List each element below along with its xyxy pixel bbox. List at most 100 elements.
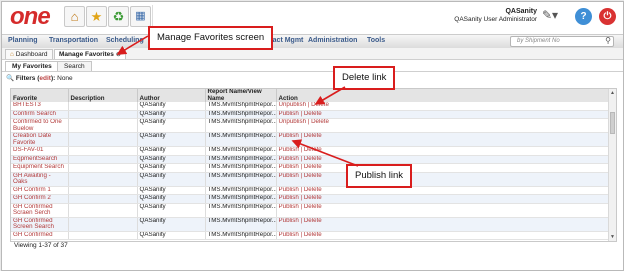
col-description[interactable]: Description: [68, 89, 138, 102]
table-row[interactable]: GH Awaiting - Oaks QASanity TMS.MvmtShpmtR…: [11, 172, 609, 187]
table-body: BHTEST3 QASanity TMS.MvmtShpmtRepor... Unpu…: [11, 102, 609, 240]
table-row[interactable]: GH Confirm 2 QASanity TMS.MvmtShpmtRepor..…: [11, 194, 609, 204]
recycle-icon[interactable]: ♻: [108, 6, 129, 27]
description-cell: [68, 110, 138, 119]
favorite-link[interactable]: BHTEST3: [11, 102, 69, 111]
report-name-cell: TMS.MvmtShpmtRepor...: [205, 203, 277, 218]
table-row[interactable]: GH Confirmed Screen Search QASanity TMS.Mv…: [11, 217, 609, 232]
menu-transportation[interactable]: Transportation: [49, 37, 98, 44]
favorite-link[interactable]: Confirm Search: [11, 110, 69, 119]
close-icon[interactable]: ⊗: [116, 52, 121, 58]
action-links[interactable]: Unpublish | Delete: [276, 118, 609, 133]
report-name-cell: TMS.MvmtShpmtRepor...: [205, 163, 277, 173]
menu-administration[interactable]: Administration: [308, 37, 357, 44]
author-cell: QASanity: [137, 118, 206, 133]
search-input[interactable]: by Shipment No: [517, 38, 560, 44]
action-links[interactable]: Publish | Delete: [276, 203, 609, 218]
author-cell: QASanity: [137, 203, 206, 218]
col-action[interactable]: Action: [276, 89, 609, 102]
favorite-link[interactable]: GH Confirmed Screen Search: [11, 217, 69, 232]
report-name-cell: TMS.MvmtShpmtRepor...: [205, 102, 277, 111]
favorite-link[interactable]: Equipment Search: [11, 163, 69, 173]
vertical-scrollbar[interactable]: ▲ ▼: [608, 89, 616, 241]
tab-strip: ⌂ Dashboard Manage Favorites ⊗: [2, 48, 623, 60]
table-row[interactable]: Confirmed to One Buelow QASanity TMS.MvmtS…: [11, 118, 609, 133]
action-links[interactable]: Publish | Delete: [276, 132, 609, 147]
description-cell: [68, 132, 138, 147]
table-row[interactable]: EqpmentSearch QASanity TMS.MvmtShpmtRepor.…: [11, 155, 609, 164]
description-cell: [68, 217, 138, 232]
user-info: QASanity QASanity User Administrator: [454, 8, 537, 24]
scroll-up-icon[interactable]: ▲: [609, 90, 616, 96]
author-cell: QASanity: [137, 132, 206, 147]
table-row[interactable]: Creation Date Favorite QASanity TMS.MvmtSh…: [11, 132, 609, 147]
pager-status: Viewing 1-37 of 37: [14, 242, 68, 249]
favorite-link[interactable]: DS-FAV-01: [11, 146, 69, 156]
action-links[interactable]: Publish | Delete: [276, 186, 609, 195]
top-bar: one ⌂ ★ ♻ ▦ QASanity QASanity User Admin…: [2, 2, 623, 32]
action-links[interactable]: Publish | Delete: [276, 194, 609, 204]
menu-planning[interactable]: Planning: [8, 37, 38, 44]
menu-scheduling[interactable]: Scheduling: [106, 37, 144, 44]
col-favorite[interactable]: Favorite: [11, 89, 69, 102]
scroll-down-icon[interactable]: ▼: [609, 234, 616, 240]
favorite-link[interactable]: Creation Date Favorite: [11, 132, 69, 147]
action-links[interactable]: Publish | Delete: [276, 217, 609, 232]
filter-icon: 🔍: [6, 75, 15, 82]
favorite-link[interactable]: GH Confirmed Scraen Serch: [11, 203, 69, 218]
menu-bar: Planning Transportation Scheduling Contr…: [2, 34, 623, 49]
table-row[interactable]: GH Confirmed QASanity TMS.MvmtShpmtRepor..…: [11, 231, 609, 240]
scroll-thumb[interactable]: [610, 112, 615, 134]
tools-icon[interactable]: ✎▾: [542, 8, 558, 22]
menu-tools[interactable]: Tools: [367, 37, 385, 44]
action-links[interactable]: Publish | Delete: [276, 146, 609, 156]
favorite-link[interactable]: GH Confirmed: [11, 231, 69, 240]
app-logo: one: [10, 3, 51, 30]
action-links[interactable]: Publish | Delete: [276, 110, 609, 119]
filters-bar: 🔍 Filters (edit): None: [6, 75, 73, 82]
table-row[interactable]: Equipment Search QASanity TMS.MvmtShpmtRep…: [11, 163, 609, 173]
subtab-my-favorites[interactable]: My Favorites: [5, 61, 59, 71]
home-icon[interactable]: ⌂: [64, 6, 85, 27]
favorite-link[interactable]: Confirmed to One Buelow: [11, 118, 69, 133]
action-links[interactable]: Publish | Delete: [276, 155, 609, 164]
description-cell: [68, 163, 138, 173]
table-row[interactable]: BHTEST3 QASanity TMS.MvmtShpmtRepor... Unpu…: [11, 102, 609, 111]
author-cell: QASanity: [137, 110, 206, 119]
filters-edit-link[interactable]: edit: [39, 75, 51, 82]
star-icon[interactable]: ★: [86, 6, 107, 27]
report-name-cell: TMS.MvmtShpmtRepor...: [205, 155, 277, 164]
presentation-icon[interactable]: ▦: [130, 6, 151, 27]
author-cell: QASanity: [137, 146, 206, 156]
table-row[interactable]: GH Confirmed Scraen Serch QASanity TMS.Mvm…: [11, 203, 609, 218]
favorites-table: Favorite Description Author Report Name/…: [11, 89, 609, 240]
favorite-link[interactable]: GH Awaiting - Oaks: [11, 172, 69, 187]
action-links[interactable]: Publish | Delete: [276, 163, 609, 173]
description-cell: [68, 118, 138, 133]
favorite-link[interactable]: GH Confirm 1: [11, 186, 69, 195]
author-cell: QASanity: [137, 231, 206, 240]
report-name-cell: TMS.MvmtShpmtRepor...: [205, 146, 277, 156]
action-links[interactable]: Unpublish | Delete: [276, 102, 609, 111]
user-name: QASanity: [505, 8, 537, 15]
col-report-name[interactable]: Report Name/View Name: [205, 89, 277, 102]
help-icon[interactable]: ?: [575, 8, 592, 25]
table-row[interactable]: DS-FAV-01 QASanity TMS.MvmtShpmtRepor... Pu…: [11, 146, 609, 156]
tab-manage-favorites[interactable]: Manage Favorites ⊗: [54, 49, 126, 59]
favorite-link[interactable]: GH Confirm 2: [11, 194, 69, 204]
power-icon[interactable]: ⏻: [599, 8, 616, 25]
description-cell: [68, 231, 138, 240]
report-name-cell: TMS.MvmtShpmtRepor...: [205, 231, 277, 240]
table-row[interactable]: Confirm Search QASanity TMS.MvmtShpmtRepor…: [11, 110, 609, 119]
action-links[interactable]: Publish | Delete: [276, 231, 609, 240]
shipment-search[interactable]: by Shipment No ⚲: [510, 36, 614, 47]
favorite-link[interactable]: EqpmentSearch: [11, 155, 69, 164]
description-cell: [68, 203, 138, 218]
table-row[interactable]: GH Confirm 1 QASanity TMS.MvmtShpmtRepor..…: [11, 186, 609, 195]
subtab-search[interactable]: Search: [57, 61, 92, 71]
action-links[interactable]: Publish | Delete: [276, 172, 609, 187]
tab-dashboard[interactable]: ⌂ Dashboard: [5, 49, 53, 59]
col-author[interactable]: Author: [137, 89, 206, 102]
search-icon[interactable]: ⚲: [605, 36, 611, 45]
table-header: Favorite Description Author Report Name/…: [11, 89, 609, 102]
